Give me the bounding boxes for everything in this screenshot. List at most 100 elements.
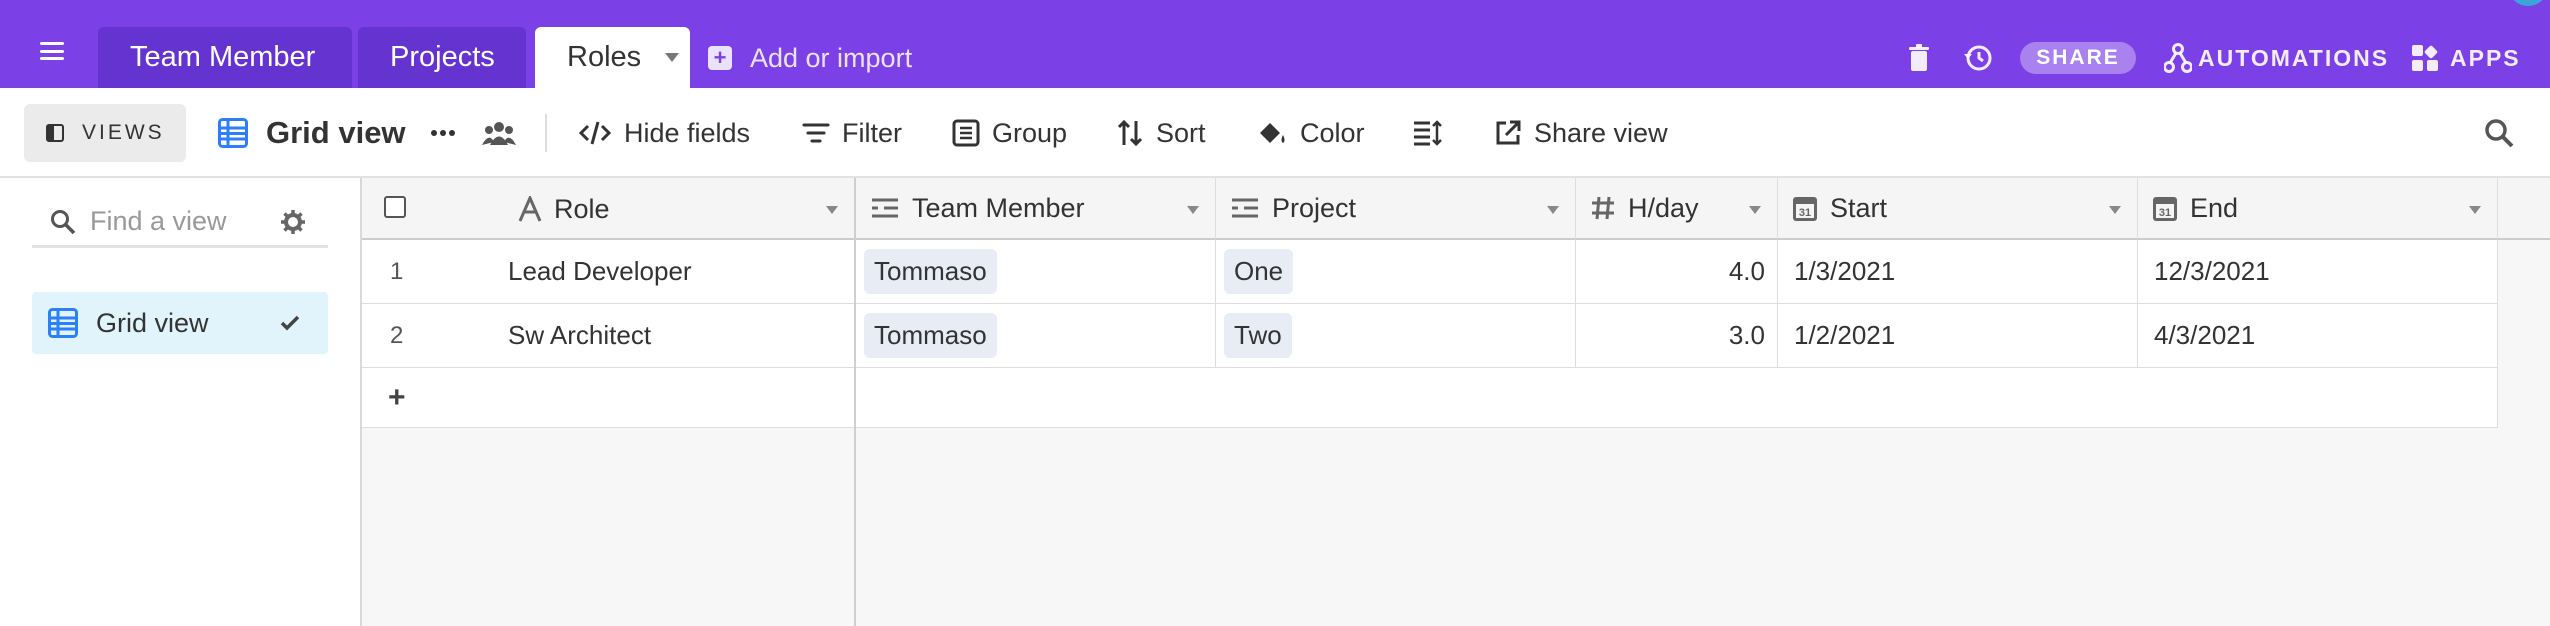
color-button[interactable]: Color bbox=[1256, 112, 1365, 154]
calendar-icon: 31 bbox=[1793, 197, 1817, 221]
sort-button[interactable]: Sort bbox=[1116, 112, 1206, 154]
hide-fields-label: Hide fields bbox=[624, 117, 751, 148]
start-cell[interactable]: 1/2/2021 bbox=[1778, 304, 2138, 368]
filter-button[interactable]: Filter bbox=[802, 112, 902, 154]
project-cell[interactable]: One bbox=[1216, 240, 1576, 304]
select-all-checkbox[interactable] bbox=[384, 196, 406, 218]
header-primary: Role bbox=[362, 178, 854, 240]
history-icon[interactable] bbox=[1962, 36, 1994, 80]
column-header-label: Role bbox=[554, 193, 610, 224]
text-field-icon bbox=[518, 196, 542, 222]
share-view-label: Share view bbox=[1534, 117, 1668, 148]
linked-record-pill[interactable]: Tommaso bbox=[864, 313, 997, 358]
linked-record-icon bbox=[1232, 198, 1258, 218]
column-header-end[interactable]: 31 End bbox=[2138, 178, 2498, 240]
chevron-down-icon[interactable] bbox=[1749, 206, 1761, 214]
grid-view-icon bbox=[218, 118, 248, 148]
collaborators-icon[interactable] bbox=[482, 112, 528, 154]
add-row-button[interactable]: + bbox=[362, 368, 854, 428]
end-cell[interactable]: 12/3/2021 bbox=[2138, 240, 2498, 304]
tab-team-member[interactable]: Team Member bbox=[98, 27, 352, 88]
more-options-icon[interactable] bbox=[430, 112, 468, 154]
table-row[interactable]: 2 Sw Architect Tommaso Two 3.0 1/2/2021 … bbox=[362, 304, 2498, 368]
tab-label: Projects bbox=[390, 41, 495, 73]
menu-icon[interactable] bbox=[40, 42, 64, 60]
team-member-cell[interactable]: Tommaso bbox=[856, 240, 1216, 304]
number-field-icon bbox=[1592, 196, 1614, 220]
hide-fields-button[interactable]: Hide fields bbox=[578, 112, 750, 154]
automations-label: AUTOMATIONS bbox=[2198, 44, 2390, 71]
start-cell[interactable]: 1/3/2021 bbox=[1778, 240, 2138, 304]
checkmark-icon bbox=[280, 315, 300, 331]
role-cell[interactable]: Sw Architect bbox=[498, 304, 854, 368]
end-value: 12/3/2021 bbox=[2154, 256, 2270, 286]
add-or-import-button[interactable]: + Add or import bbox=[708, 40, 912, 76]
chevron-down-icon[interactable] bbox=[2109, 206, 2121, 214]
hday-cell[interactable]: 4.0 bbox=[1576, 240, 1778, 304]
filter-label: Filter bbox=[842, 117, 902, 148]
data-grid: Role Team Member Project H/day 31 Start … bbox=[362, 178, 2550, 626]
trash-icon[interactable] bbox=[1908, 36, 1930, 80]
views-sidebar: Grid view bbox=[0, 178, 362, 626]
view-toolbar: VIEWS Grid view Hide fields Filter Group… bbox=[0, 88, 2550, 178]
chevron-down-icon[interactable] bbox=[1547, 206, 1559, 214]
apps-icon bbox=[2412, 45, 2438, 71]
row-number: 2 bbox=[390, 321, 404, 349]
linked-record-pill[interactable]: Tommaso bbox=[864, 249, 997, 294]
chevron-down-icon[interactable] bbox=[2469, 206, 2481, 214]
column-header-label: Project bbox=[1272, 192, 1357, 223]
gear-icon[interactable] bbox=[280, 209, 306, 235]
linked-record-pill[interactable]: One bbox=[1224, 249, 1294, 294]
column-header-start[interactable]: 31 Start bbox=[1778, 178, 2138, 240]
row-height-icon bbox=[1414, 120, 1442, 146]
row-height-button[interactable] bbox=[1412, 112, 1454, 154]
add-row-area[interactable] bbox=[856, 368, 2498, 428]
start-value: 1/2/2021 bbox=[1794, 320, 1896, 350]
project-cell[interactable]: Two bbox=[1216, 304, 1576, 368]
column-header-label: H/day bbox=[1628, 192, 1699, 223]
role-cell[interactable]: Lead Developer bbox=[498, 240, 854, 304]
column-header-team-member[interactable]: Team Member bbox=[856, 178, 1216, 240]
sidebar-panel-icon bbox=[46, 124, 64, 142]
chevron-down-icon[interactable] bbox=[665, 53, 680, 62]
sidebar-item-label: Grid view bbox=[96, 307, 209, 338]
share-view-button[interactable]: Share view bbox=[1494, 112, 1668, 154]
column-header-label: Start bbox=[1830, 192, 1888, 223]
hday-cell[interactable]: 3.0 bbox=[1576, 304, 1778, 368]
sort-icon bbox=[1117, 119, 1143, 147]
color-label: Color bbox=[1300, 117, 1365, 148]
chevron-down-icon[interactable] bbox=[826, 206, 838, 214]
column-header-label: End bbox=[2190, 192, 2239, 223]
svg-text:31: 31 bbox=[2159, 207, 2171, 219]
column-header-role[interactable]: Role bbox=[504, 178, 854, 240]
plus-icon: + bbox=[708, 46, 732, 70]
start-value: 1/3/2021 bbox=[1794, 256, 1896, 286]
group-button[interactable]: Group bbox=[952, 112, 1067, 154]
tab-projects[interactable]: Projects bbox=[358, 27, 526, 88]
add-field-header[interactable] bbox=[2498, 178, 2550, 240]
tab-roles[interactable]: Roles bbox=[535, 27, 690, 88]
external-link-icon bbox=[1496, 120, 1521, 145]
sidebar-item-grid-view[interactable]: Grid view bbox=[32, 292, 328, 354]
column-header-project[interactable]: Project bbox=[1216, 178, 1576, 240]
end-cell[interactable]: 4/3/2021 bbox=[2138, 304, 2498, 368]
eye-slash-icon bbox=[578, 121, 612, 145]
current-view-switcher[interactable]: Grid view bbox=[218, 108, 406, 158]
column-header-hday[interactable]: H/day bbox=[1576, 178, 1778, 240]
search-icon[interactable] bbox=[2484, 112, 2526, 154]
apps-button[interactable]: APPS bbox=[2410, 36, 2521, 80]
linked-record-pill[interactable]: Two bbox=[1224, 313, 1292, 358]
chevron-down-icon[interactable] bbox=[1187, 206, 1199, 214]
hday-value: 3.0 bbox=[1728, 320, 1765, 350]
views-label: VIEWS bbox=[82, 121, 165, 144]
table-row[interactable]: 1 Lead Developer Tommaso One 4.0 1/3/202… bbox=[362, 240, 2498, 304]
views-toggle-button[interactable]: VIEWS bbox=[24, 104, 186, 162]
frozen-column-divider[interactable] bbox=[854, 178, 856, 626]
automations-button[interactable]: AUTOMATIONS bbox=[2164, 36, 2389, 80]
find-view-search bbox=[32, 198, 328, 248]
find-view-input[interactable] bbox=[90, 206, 270, 237]
team-member-cell[interactable]: Tommaso bbox=[856, 304, 1216, 368]
avatar[interactable] bbox=[2508, 0, 2548, 6]
add-or-import-label: Add or import bbox=[750, 42, 913, 73]
share-button[interactable]: SHARE bbox=[2020, 42, 2136, 74]
